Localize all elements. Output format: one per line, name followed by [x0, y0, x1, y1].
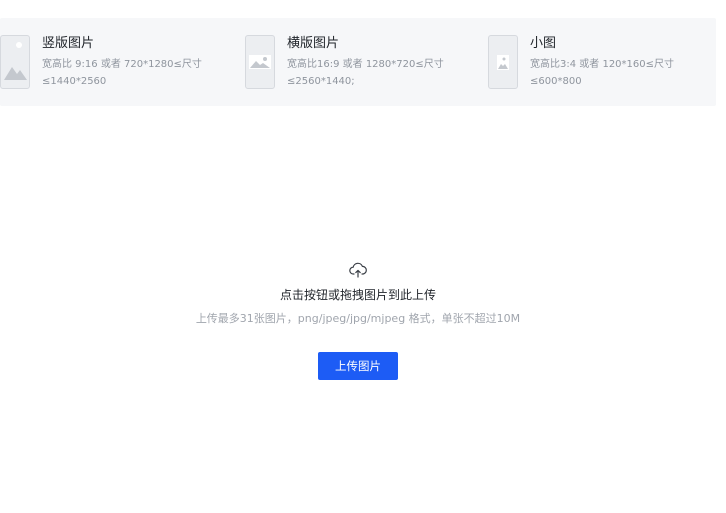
upload-image-button[interactable]: 上传图片	[318, 352, 398, 380]
small-image-icon	[488, 35, 518, 89]
spec-landscape: 横版图片 宽高比16:9 或者 1280*720≤尺寸≤2560*1440;	[245, 35, 455, 91]
spec-description: 宽高比3:4 或者 120*160≤尺寸≤600*800	[530, 59, 675, 87]
spec-portrait: 竖版图片 宽高比 9:16 或者 720*1280≤尺寸≤1440*2560	[0, 35, 210, 91]
spec-description: 宽高比 9:16 或者 720*1280≤尺寸≤1440*2560	[42, 59, 202, 87]
upload-title: 点击按钮或拖拽图片到此上传	[279, 288, 436, 302]
image-spec-bar: 竖版图片 宽高比 9:16 或者 720*1280≤尺寸≤1440*2560 横…	[0, 18, 716, 106]
landscape-image-icon	[245, 35, 275, 89]
portrait-image-icon	[0, 35, 30, 89]
upload-drop-zone[interactable]: 点击按钮或拖拽图片到此上传 上传最多31张图片，png/jpeg/jpg/mjp…	[0, 250, 716, 380]
upload-hint: 上传最多31张图片，png/jpeg/jpg/mjpeg 格式，单张不超过10M	[195, 312, 521, 325]
cloud-upload-icon	[349, 262, 367, 278]
spec-title: 小图	[530, 36, 557, 51]
spec-small: 小图 宽高比3:4 或者 120*160≤尺寸≤600*800	[488, 35, 698, 91]
spec-title: 竖版图片	[42, 36, 95, 51]
spec-title: 横版图片	[287, 36, 340, 51]
spec-description: 宽高比16:9 或者 1280*720≤尺寸≤2560*1440;	[287, 59, 444, 87]
upload-page: 竖版图片 宽高比 9:16 或者 720*1280≤尺寸≤1440*2560 横…	[0, 0, 726, 513]
